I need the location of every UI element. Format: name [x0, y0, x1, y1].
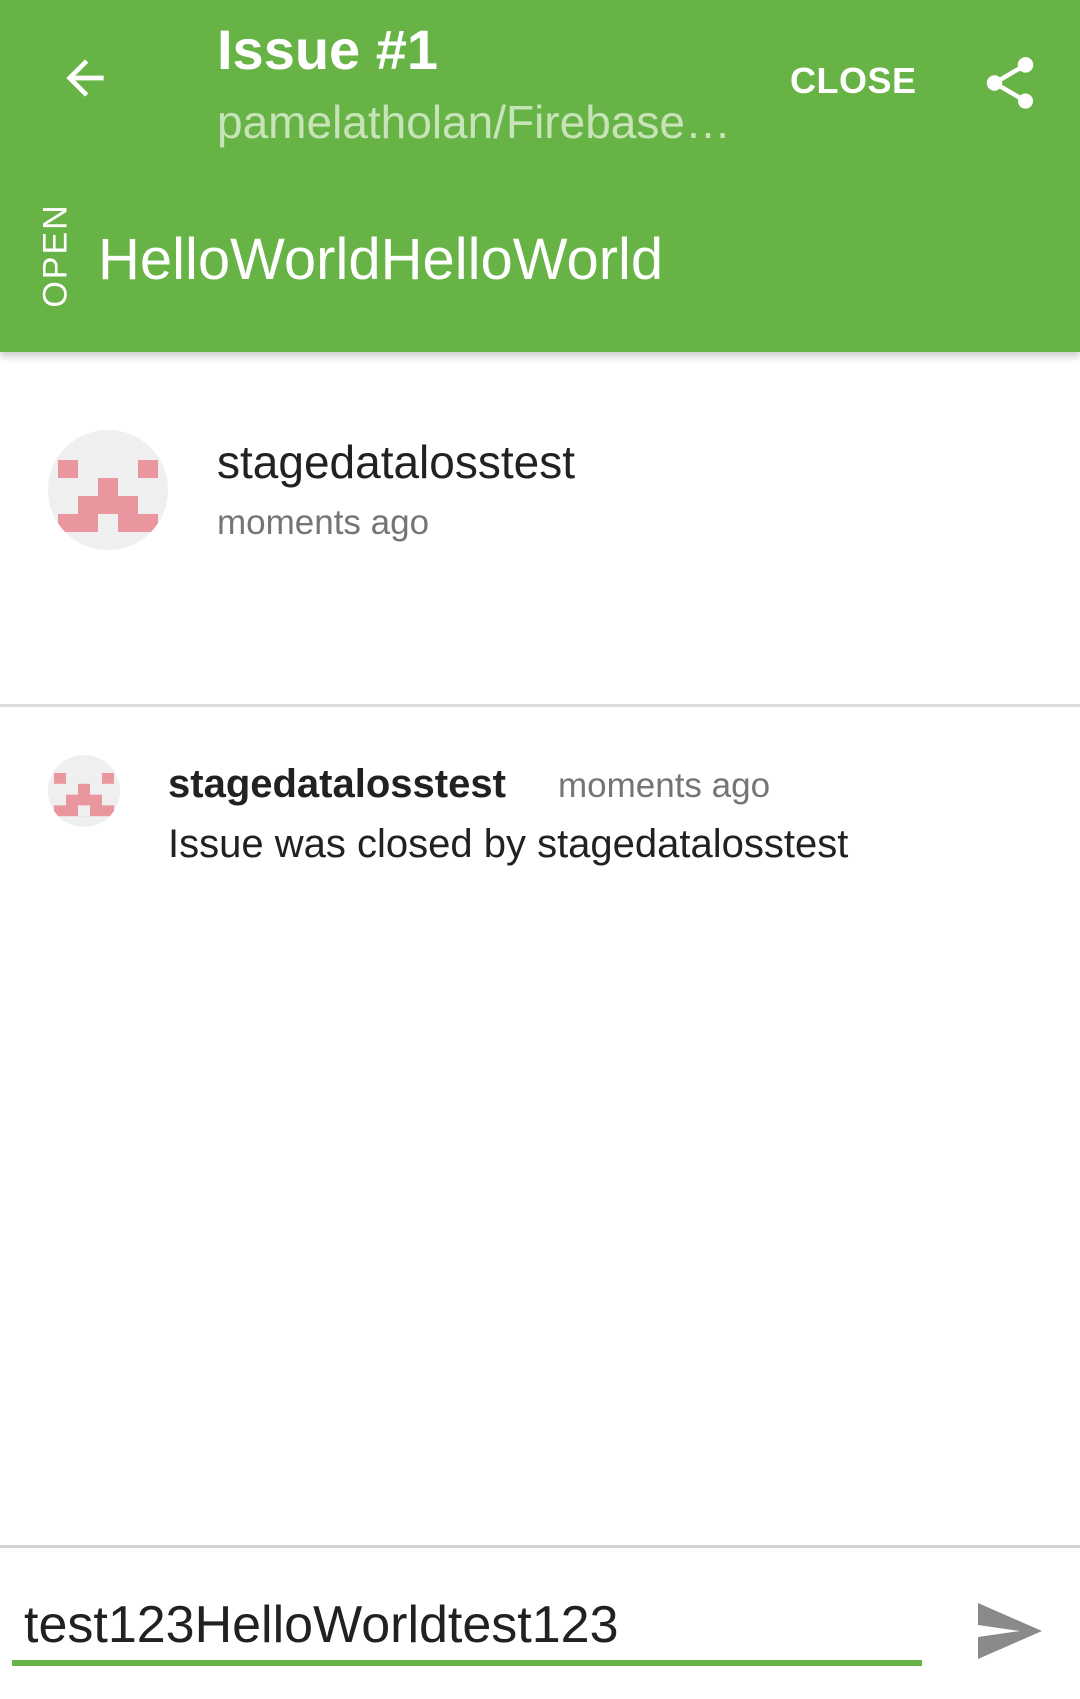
- issue-screen: Issue #1 pamelatholan/Firebase… CLOSE OP…: [0, 0, 1080, 1699]
- comment-composer: [0, 1548, 1080, 1699]
- event-description: Issue was closed by stagedatalosstest: [168, 822, 849, 866]
- repository-subtitle: pamelatholan/Firebase…: [217, 96, 731, 148]
- back-button[interactable]: [40, 30, 130, 130]
- close-issue-button[interactable]: CLOSE: [790, 50, 917, 112]
- comment-input[interactable]: [12, 1590, 922, 1666]
- app-bar: Issue #1 pamelatholan/Firebase… CLOSE OP…: [0, 0, 1080, 352]
- issue-state-text: OPEN: [36, 202, 75, 308]
- page-title: Issue #1: [217, 18, 439, 81]
- send-button[interactable]: [960, 1588, 1060, 1678]
- event-user[interactable]: stagedatalosstest: [168, 758, 506, 810]
- arrow-left-icon: [57, 50, 113, 111]
- identicon-icon: [48, 755, 120, 827]
- event-timestamp: moments ago: [558, 766, 771, 805]
- issue-title: HelloWorldHelloWorld: [98, 227, 664, 292]
- author-timestamp: moments ago: [217, 503, 430, 542]
- timeline-event: stagedatalosstest moments ago Issue was …: [0, 740, 1080, 900]
- author-avatar[interactable]: [48, 430, 168, 550]
- issue-author-block: stagedatalosstest moments ago: [0, 352, 1080, 704]
- issue-state-label: OPEN: [6, 203, 106, 307]
- share-button[interactable]: [965, 40, 1055, 130]
- share-icon: [979, 52, 1041, 119]
- section-divider: [0, 704, 1080, 707]
- author-name[interactable]: stagedatalosstest: [217, 432, 575, 492]
- event-avatar[interactable]: [48, 755, 120, 827]
- identicon-icon: [48, 430, 168, 550]
- send-icon: [976, 1601, 1044, 1666]
